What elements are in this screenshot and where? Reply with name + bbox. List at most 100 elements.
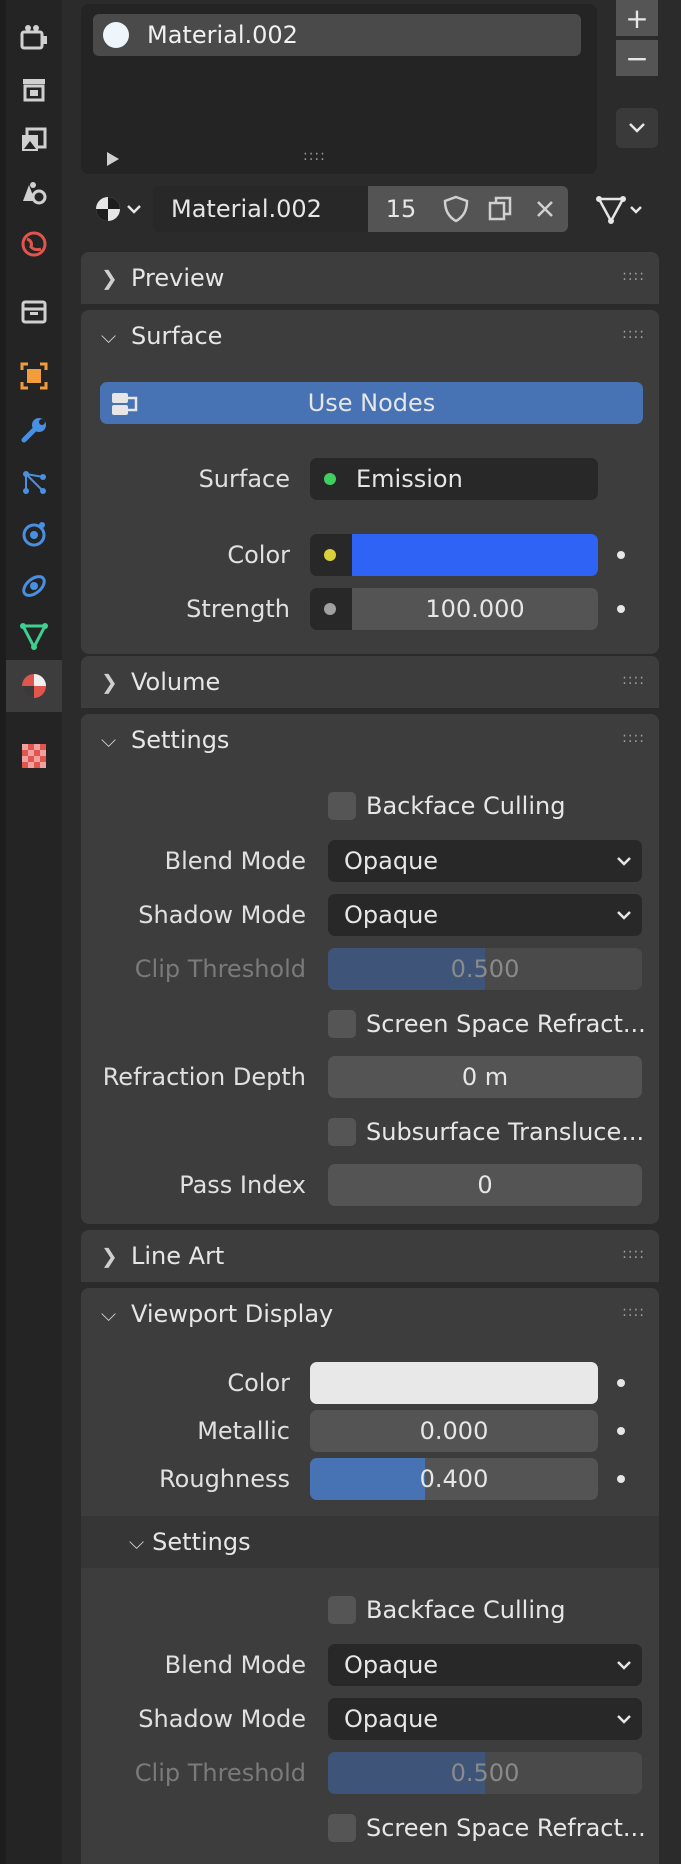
user-count[interactable]: 15: [368, 186, 434, 232]
chevron-down-icon: [617, 1661, 631, 1670]
resize-grip[interactable]: ::::: [303, 148, 326, 164]
shadow-mode-dropdown[interactable]: Opaque: [328, 894, 642, 936]
strength-value: 100.000: [425, 595, 525, 623]
clip-threshold-slider[interactable]: 0.500: [328, 948, 642, 990]
roughness-label: Roughness: [159, 1465, 290, 1493]
remove-slot-button[interactable]: −: [616, 40, 658, 76]
link-data-dropdown[interactable]: [586, 186, 656, 232]
viewport-clip-threshold-value: 0.500: [450, 1759, 520, 1787]
settings-panel-header[interactable]: ⌵ Settings: [81, 714, 659, 766]
panel-title: Settings: [131, 726, 230, 754]
surface-shader-field[interactable]: Emission: [310, 458, 598, 500]
keyframe-dot-icon[interactable]: [617, 1475, 625, 1483]
material-slot-list[interactable]: Material.002 ::::: [81, 4, 597, 174]
viewport-shadow-mode-dropdown[interactable]: Opaque: [328, 1698, 642, 1740]
minus-icon: −: [625, 41, 649, 75]
roughness-slider[interactable]: 0.400: [310, 1458, 598, 1500]
tab-scene[interactable]: [6, 166, 62, 218]
material-name-field[interactable]: Material.002: [153, 186, 368, 232]
browse-material-button[interactable]: [88, 186, 150, 232]
ssr-checkbox[interactable]: [328, 1010, 356, 1038]
viewport-clip-threshold-label: Clip Threshold: [134, 1759, 306, 1787]
color-socket-button[interactable]: [310, 534, 352, 576]
physics-icon: [22, 522, 46, 547]
viewport-clip-threshold-slider[interactable]: 0.500: [328, 1752, 642, 1794]
scene-icon: [23, 182, 47, 205]
emission-color-swatch[interactable]: [352, 534, 598, 576]
refraction-depth-field[interactable]: 0 m: [328, 1056, 642, 1098]
tab-constraints[interactable]: [6, 560, 62, 612]
strength-field[interactable]: 100.000: [352, 588, 598, 630]
tab-physics[interactable]: [6, 508, 62, 560]
tab-object[interactable]: [6, 350, 62, 402]
subsurface-checkbox[interactable]: [328, 1118, 356, 1146]
tab-data[interactable]: [6, 610, 62, 662]
drag-grip[interactable]: ::::: [622, 1246, 645, 1262]
material-name-text: Material.002: [171, 195, 322, 223]
viewport-settings-subpanel-header[interactable]: ⌵ Settings: [81, 1516, 659, 1568]
volume-panel-header[interactable]: ❯ Volume: [81, 656, 659, 708]
object-icon: [20, 362, 48, 390]
drag-grip[interactable]: ::::: [622, 730, 645, 746]
duplicate-material-button[interactable]: [478, 186, 522, 232]
pass-index-label: Pass Index: [179, 1171, 306, 1199]
keyframe-dot-icon[interactable]: [617, 1427, 625, 1435]
tab-texture[interactable]: [6, 730, 62, 782]
keyframe-dot-icon[interactable]: [617, 605, 625, 613]
volume-panel[interactable]: ❯ Volume ::::: [81, 656, 659, 708]
pass-index-value: 0: [477, 1171, 493, 1199]
tab-world[interactable]: [6, 218, 62, 270]
preview-panel-header[interactable]: ❯ Preview: [81, 252, 659, 304]
drag-grip[interactable]: ::::: [622, 1304, 645, 1320]
material-slot-label: Material.002: [147, 21, 298, 49]
constraints-icon: [22, 575, 46, 597]
panel-title: Viewport Display: [131, 1300, 334, 1328]
drag-grip[interactable]: ::::: [622, 326, 645, 342]
surface-panel-header[interactable]: ⌵ Surface: [81, 310, 659, 362]
value-socket-icon: [324, 603, 336, 615]
tab-output[interactable]: [6, 64, 62, 116]
roughness-value: 0.400: [419, 1465, 489, 1493]
pass-index-field[interactable]: 0: [328, 1164, 642, 1206]
metallic-field[interactable]: 0.000: [310, 1410, 598, 1452]
viewport-display-panel-header[interactable]: ⌵ Viewport Display: [81, 1288, 659, 1340]
particles-icon: [23, 471, 46, 494]
keyframe-dot-icon[interactable]: [617, 1379, 625, 1387]
refraction-depth-value: 0 m: [461, 1063, 509, 1091]
subpanel-title: Settings: [152, 1528, 251, 1556]
viewport-blend-mode-dropdown[interactable]: Opaque: [328, 1644, 642, 1686]
viewport-backface-culling-checkbox[interactable]: [328, 1596, 356, 1624]
viewport-ssr-checkbox[interactable]: [328, 1814, 356, 1842]
fake-user-button[interactable]: [434, 186, 478, 232]
blend-mode-label: Blend Mode: [164, 847, 306, 875]
slot-specials-button[interactable]: [616, 108, 658, 148]
chevron-down-icon: ⌵: [101, 728, 117, 752]
tab-render[interactable]: [6, 12, 62, 64]
line-art-panel-header[interactable]: ❯ Line Art: [81, 1230, 659, 1282]
add-slot-button[interactable]: +: [616, 0, 658, 36]
unlink-material-button[interactable]: [522, 186, 568, 232]
material-slot-item[interactable]: Material.002: [93, 14, 581, 56]
line-art-panel[interactable]: ❯ Line Art ::::: [81, 1230, 659, 1282]
preview-panel[interactable]: ❯ Preview ::::: [81, 252, 659, 304]
mesh-data-icon: [596, 196, 642, 224]
tab-view-layer[interactable]: [6, 114, 62, 166]
backface-culling-checkbox[interactable]: [328, 792, 356, 820]
metallic-label: Metallic: [197, 1417, 290, 1445]
use-nodes-button[interactable]: Use Nodes: [100, 382, 643, 424]
drag-grip[interactable]: ::::: [622, 672, 645, 688]
tab-collection[interactable]: [6, 286, 62, 338]
view-layer-icon: [22, 127, 47, 151]
blend-mode-dropdown[interactable]: Opaque: [328, 840, 642, 882]
expand-triangle-icon[interactable]: [107, 152, 119, 166]
keyframe-dot-icon[interactable]: [617, 551, 625, 559]
shield-icon: [443, 195, 469, 223]
strength-socket-button[interactable]: [310, 588, 352, 630]
tab-material[interactable]: [6, 660, 62, 712]
panel-title: Line Art: [131, 1242, 225, 1270]
tab-modifiers[interactable]: [6, 404, 62, 456]
tab-particles[interactable]: [6, 456, 62, 508]
drag-grip[interactable]: ::::: [622, 268, 645, 284]
viewport-color-swatch[interactable]: [310, 1362, 598, 1404]
chevron-down-icon: [617, 857, 631, 866]
